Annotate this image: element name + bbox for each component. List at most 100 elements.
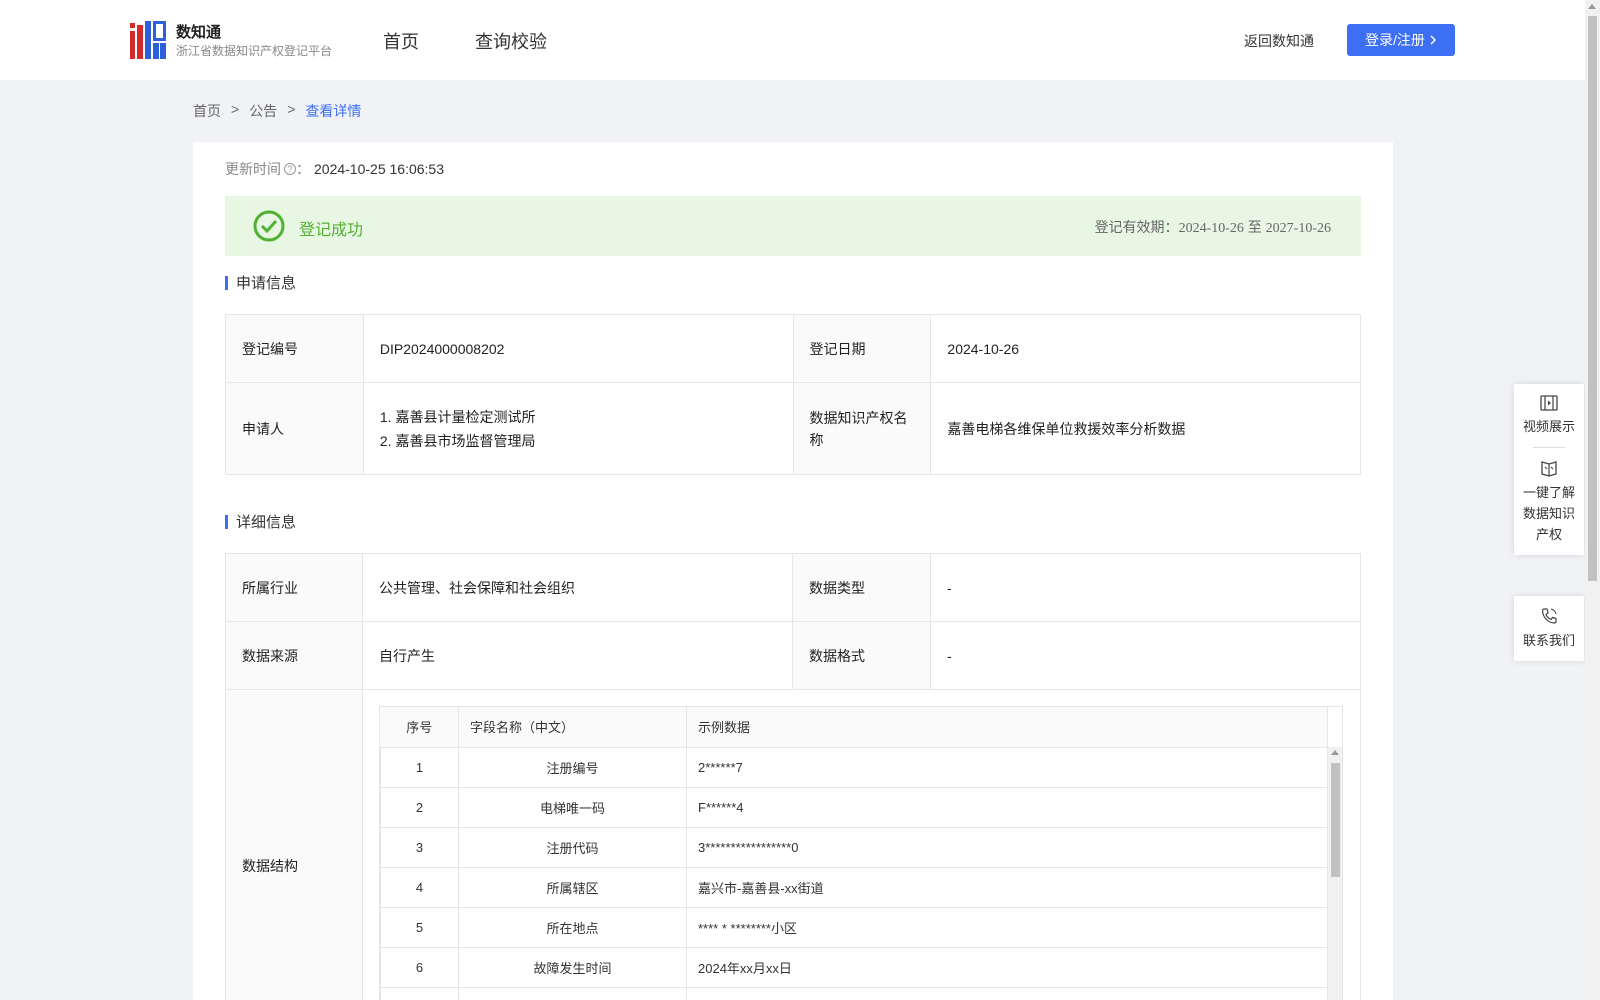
learn-ip-label-2: 数据知识 xyxy=(1522,506,1575,521)
video-icon xyxy=(1540,395,1558,411)
check-circle-icon xyxy=(253,210,285,242)
row-sample-data: F******4 xyxy=(686,786,1328,828)
structure-row: 7 xyxy=(380,986,1328,1000)
breadcrumb: 首页 > 公告 > 查看详情 xyxy=(193,101,361,121)
page-scrollbar[interactable] xyxy=(1585,0,1600,1000)
table-row: 所属行业 公共管理、社会保障和社会组织 数据类型 - xyxy=(225,553,1362,622)
nav-home[interactable]: 首页 xyxy=(383,28,419,54)
reg-no-label: 登记编号 xyxy=(225,314,364,383)
question-icon[interactable]: ? xyxy=(284,163,296,175)
inner-scrollbar[interactable] xyxy=(1328,747,1342,1000)
breadcrumb-home[interactable]: 首页 xyxy=(193,101,221,121)
page-scrollbar-thumb[interactable] xyxy=(1588,16,1597,581)
update-time-label: 更新时间 xyxy=(225,161,281,177)
ip-name-label: 数据知识产权名称 xyxy=(792,382,932,475)
section-title-apply: 申请信息 xyxy=(225,272,296,293)
source-value: 自行产生 xyxy=(362,621,793,690)
video-show-button[interactable]: 视频展示 xyxy=(1514,384,1584,447)
structure-row: 4 所属辖区 嘉兴市-嘉善县-xx街道 xyxy=(380,866,1328,908)
row-no: 1 xyxy=(380,746,459,788)
row-field-name: 故障发生时间 xyxy=(458,946,687,988)
data-type-value: - xyxy=(929,553,1362,622)
section-title-apply-text: 申请信息 xyxy=(236,275,297,292)
float-panel-guide: 视频展示 一键了解 数据知识 产权 xyxy=(1514,384,1584,555)
chevron-right-icon xyxy=(1430,35,1436,45)
industry-value: 公共管理、社会保障和社会组织 xyxy=(362,553,793,622)
row-sample-data: **** * ********小区 xyxy=(686,906,1328,948)
detail-info-table: 所属行业 公共管理、社会保障和社会组织 数据类型 - 数据来源 自行产生 数据格… xyxy=(225,553,1362,1000)
update-time-colon: ： xyxy=(296,161,310,177)
row-field-name: 电梯唯一码 xyxy=(458,786,687,828)
page-scroll-up-arrow-icon[interactable] xyxy=(1588,4,1596,9)
reg-date-label: 登记日期 xyxy=(792,314,932,383)
validity-to: 至 xyxy=(1247,219,1262,235)
learn-ip-label-3: 产权 xyxy=(1535,527,1562,542)
row-no: 7 xyxy=(380,986,459,1000)
applicant-item: 1. 嘉善县计量检定测试所 xyxy=(379,408,536,425)
format-value: - xyxy=(929,621,1362,690)
book-icon xyxy=(1541,461,1557,477)
inner-scrollbar-thumb[interactable] xyxy=(1331,763,1340,877)
scroll-up-arrow-icon[interactable] xyxy=(1331,750,1339,755)
row-sample-data: 3*****************0 xyxy=(686,826,1328,868)
section-title-detail-text: 详细信息 xyxy=(236,514,297,531)
float-panel-contact: 联系我们 xyxy=(1514,596,1584,661)
table-row: 登记编号 DIP2024000008202 登记日期 2024-10-26 xyxy=(225,314,1361,383)
structure-row: 2 电梯唯一码 F******4 xyxy=(380,786,1328,828)
back-to-shuzhitong-link[interactable]: 返回数知通 xyxy=(1244,31,1314,51)
col-header-no: 序号 xyxy=(380,707,459,748)
learn-ip-button[interactable]: 一键了解 数据知识 产权 xyxy=(1514,448,1584,555)
section-title-detail: 详细信息 xyxy=(225,511,296,532)
logo-icon xyxy=(130,21,166,59)
applicant-item: 2. 嘉善县市场监督管理局 xyxy=(379,432,536,449)
structure-row: 5 所在地点 **** * ********小区 xyxy=(380,906,1328,948)
data-type-label: 数据类型 xyxy=(791,553,931,622)
phone-icon xyxy=(1541,608,1557,624)
ip-name-value: 嘉善电梯各维保单位救援效率分析数据 xyxy=(930,382,1361,475)
learn-ip-label-1: 一键了解 xyxy=(1522,485,1575,500)
reg-no-value: DIP2024000008202 xyxy=(362,314,794,383)
validity-period: 登记有效期：2024-10-26 至 2027-10-26 xyxy=(1095,217,1331,237)
video-show-label: 视频展示 xyxy=(1522,419,1575,434)
industry-label: 所属行业 xyxy=(225,553,363,622)
apply-info-table: 登记编号 DIP2024000008202 登记日期 2024-10-26 申请… xyxy=(225,314,1361,475)
structure-cell: 序号 字段名称（中文） 示例数据 1 注册编号 2******7 2 电梯唯一码 F***… xyxy=(362,689,1361,1000)
row-no: 6 xyxy=(380,946,459,988)
row-sample-data: 2024年xx月xx日 xyxy=(686,946,1328,988)
row-sample-data: 嘉兴市-嘉善县-xx街道 xyxy=(686,866,1328,908)
top-header: 数知通 浙江省数据知识产权登记平台 首页 查询校验 返回数知通 登录/注册 xyxy=(0,0,1585,80)
structure-table: 序号 字段名称（中文） 示例数据 1 注册编号 2******7 2 电梯唯一码 F***… xyxy=(380,707,1328,1000)
status-text: 登记成功 xyxy=(299,222,364,239)
structure-row: 6 故障发生时间 2024年xx月xx日 xyxy=(380,946,1328,988)
structure-label: 数据结构 xyxy=(225,689,363,1000)
format-label: 数据格式 xyxy=(791,621,931,690)
breadcrumb-current: 查看详情 xyxy=(305,103,362,119)
row-field-name xyxy=(458,986,687,1000)
breadcrumb-notice[interactable]: 公告 xyxy=(249,101,277,121)
table-row: 数据结构 序号 字段名称（中文） 示例数据 1 注册编号 2******7 2 电梯唯一… xyxy=(225,689,1361,1000)
structure-header-row: 序号 字段名称（中文） 示例数据 xyxy=(380,707,1328,748)
contact-us-button[interactable]: 联系我们 xyxy=(1514,596,1584,661)
row-field-name: 注册编号 xyxy=(458,746,687,788)
status-banner: 登记成功 登记有效期：2024-10-26 至 2027-10-26 xyxy=(225,196,1361,256)
login-register-label: 登录/注册 xyxy=(1365,32,1425,48)
applicant-label: 申请人 xyxy=(225,382,364,475)
detail-card: 更新时间 ? ： 2024-10-25 16:06:53 登记成功 登记有效期：… xyxy=(193,142,1393,1000)
row-no: 4 xyxy=(380,866,459,908)
validity-end: 2027-10-26 xyxy=(1265,221,1331,236)
applicant-list: 1. 嘉善县计量检定测试所 2. 嘉善县市场监督管理局 xyxy=(362,382,794,475)
brand-name: 数知通 xyxy=(176,24,222,41)
login-register-button[interactable]: 登录/注册 xyxy=(1347,24,1455,56)
source-label: 数据来源 xyxy=(225,621,363,690)
row-field-name: 所在地点 xyxy=(458,906,687,948)
brand-subtitle: 浙江省数据知识产权登记平台 xyxy=(176,44,333,58)
table-row: 数据来源 自行产生 数据格式 - xyxy=(225,621,1362,690)
nav-query-verify[interactable]: 查询校验 xyxy=(475,28,547,54)
row-no: 2 xyxy=(380,786,459,828)
update-time-row: 更新时间 ? ： 2024-10-25 16:06:53 xyxy=(225,159,444,179)
table-row: 申请人 1. 嘉善县计量检定测试所 2. 嘉善县市场监督管理局 数据知识产权名称… xyxy=(225,382,1361,475)
row-sample-data: 2******7 xyxy=(686,746,1328,788)
contact-us-label: 联系我们 xyxy=(1522,633,1575,648)
structure-table-container[interactable]: 序号 字段名称（中文） 示例数据 1 注册编号 2******7 2 电梯唯一码 F***… xyxy=(379,706,1343,1000)
row-field-name: 所属辖区 xyxy=(458,866,687,908)
